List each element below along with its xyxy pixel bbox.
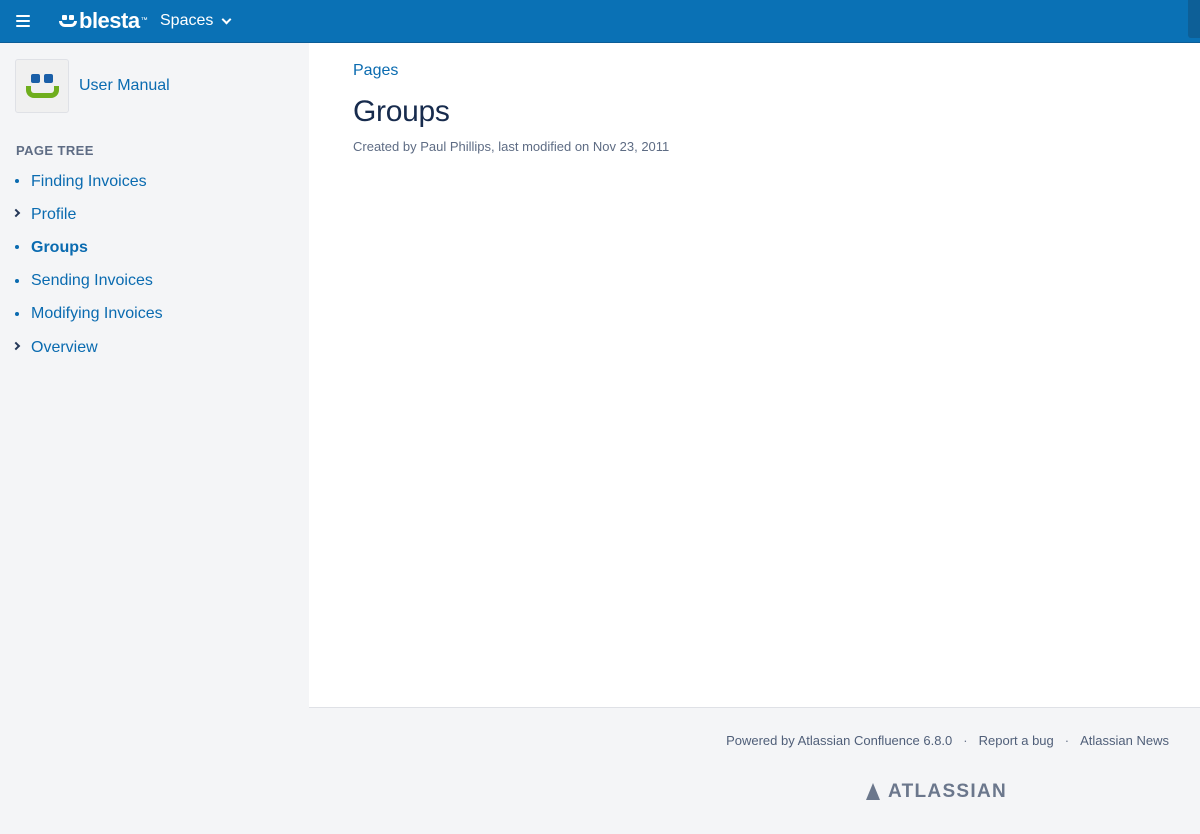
tree-item-groups[interactable]: Groups xyxy=(0,231,309,264)
bullet-icon xyxy=(15,245,19,250)
footer-separator: · xyxy=(1064,733,1070,748)
tree-item-overview[interactable]: Overview xyxy=(0,331,309,364)
footer-separator: · xyxy=(963,733,968,748)
bullet-icon xyxy=(15,311,19,316)
trademark-symbol: ™ xyxy=(140,17,148,24)
menu-icon[interactable] xyxy=(14,12,36,30)
breadcrumb-pages-link[interactable]: Pages xyxy=(353,62,398,80)
tree-item-finding-invoices[interactable]: Finding Invoices xyxy=(0,165,309,198)
tree-item-label[interactable]: Sending Invoices xyxy=(31,272,153,290)
page-title: Groups xyxy=(353,95,450,128)
tree-item-label-current[interactable]: Groups xyxy=(31,239,88,257)
page-tree-heading: PAGE TREE xyxy=(16,143,94,158)
page-byline: Created by Paul Phillips, last modified … xyxy=(353,139,670,154)
page-tree: Finding Invoices Profile Groups Sending … xyxy=(0,165,309,364)
top-navigation-bar: blesta ™ Spaces xyxy=(0,0,1200,43)
tree-item-label[interactable]: Overview xyxy=(31,339,98,357)
spaces-label: Spaces xyxy=(160,12,214,29)
chevron-right-icon[interactable] xyxy=(11,341,21,351)
sidebar: User Manual PAGE TREE Finding Invoices P… xyxy=(0,43,309,834)
tree-item-sending-invoices[interactable]: Sending Invoices xyxy=(0,265,309,298)
chevron-down-icon xyxy=(221,14,232,24)
tree-item-label[interactable]: Profile xyxy=(31,206,76,224)
report-bug-link[interactable]: Report a bug xyxy=(979,733,1054,748)
blesta-logo[interactable]: blesta ™ xyxy=(58,6,148,36)
powered-by-link[interactable]: Powered by Atlassian Confluence 6.8.0 xyxy=(726,733,952,748)
atlassian-logo-text: ATLASSIAN xyxy=(888,781,1008,802)
footer-links: Powered by Atlassian Confluence 6.8.0 · … xyxy=(726,733,1169,748)
atlassian-news-link[interactable]: Atlassian News xyxy=(1080,733,1169,748)
tree-item-profile[interactable]: Profile xyxy=(0,198,309,231)
space-name-link[interactable]: User Manual xyxy=(79,77,170,95)
blesta-logo-text: blesta xyxy=(79,8,140,33)
footer: Powered by Atlassian Confluence 6.8.0 · … xyxy=(309,707,1200,834)
bullet-icon xyxy=(15,179,19,183)
bullet-icon xyxy=(15,278,19,283)
main-content: Pages Groups Created by Paul Phillips, l… xyxy=(309,43,1200,707)
space-avatar-icon[interactable] xyxy=(15,59,69,113)
header-edge-tab[interactable] xyxy=(1188,0,1200,38)
tree-item-modifying-invoices[interactable]: Modifying Invoices xyxy=(0,298,309,331)
tree-item-label[interactable]: Modifying Invoices xyxy=(31,305,163,323)
spaces-menu-button[interactable]: Spaces xyxy=(160,10,232,32)
atlassian-logo[interactable]: ATLASSIAN xyxy=(864,781,1007,803)
chevron-right-icon[interactable] xyxy=(11,208,21,218)
tree-item-label[interactable]: Finding Invoices xyxy=(31,173,147,191)
atlassian-logo-icon xyxy=(864,783,882,801)
blesta-logo-mark xyxy=(58,12,78,30)
